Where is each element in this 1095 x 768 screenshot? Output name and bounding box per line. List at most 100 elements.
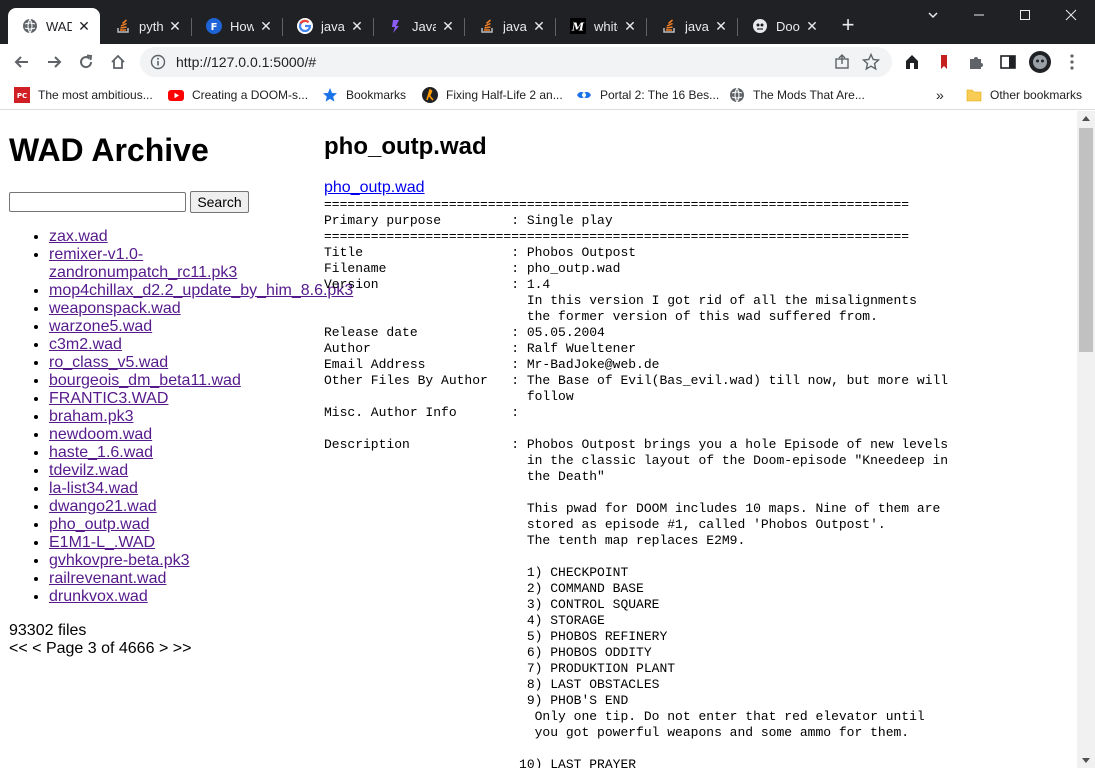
tab-search-icon[interactable] <box>910 4 956 28</box>
file-link[interactable]: c3m2.wad <box>49 336 122 353</box>
scrollbar-thumb[interactable] <box>1079 128 1093 352</box>
minimize-icon[interactable] <box>956 4 1002 28</box>
file-link[interactable]: E1M1-L_.WAD <box>49 534 155 551</box>
bookmark-item[interactable]: PC The most ambitious... <box>14 85 153 105</box>
new-tab-button[interactable]: + <box>836 14 860 38</box>
tab-javascript[interactable]: JavaS ✕ <box>374 8 464 44</box>
bookmark-label: Portal 2: The 16 Bes... <box>600 88 720 102</box>
tab-javas-so[interactable]: javas ✕ <box>465 8 555 44</box>
first-page-link[interactable]: << <box>9 640 28 657</box>
tab-wad-archive[interactable]: WAD Archive ✕ <box>8 8 100 44</box>
tab-javas-so-2[interactable]: javas ✕ <box>647 8 737 44</box>
page-content: WAD Archive Search zax.wadremixer-v1.0-z… <box>0 111 1077 768</box>
file-link[interactable]: warzone5.wad <box>49 318 152 335</box>
forward-button[interactable] <box>40 48 68 76</box>
bookmark-item[interactable]: Bookmarks <box>322 85 406 105</box>
file-link[interactable]: zax.wad <box>49 228 108 245</box>
close-icon[interactable]: ✕ <box>804 18 820 34</box>
file-link[interactable]: bourgeois_dm_beta11.wad <box>49 372 241 389</box>
tab-title: How <box>230 18 254 34</box>
close-icon[interactable]: ✕ <box>713 18 729 34</box>
close-icon[interactable]: ✕ <box>76 18 92 34</box>
pagination: << < Page 3 of 4666 > >> <box>9 640 191 658</box>
next-page-link[interactable]: > <box>159 640 168 657</box>
tab-python[interactable]: python ✕ <box>101 8 191 44</box>
reload-button[interactable] <box>72 48 100 76</box>
close-icon[interactable]: ✕ <box>349 18 365 34</box>
file-link[interactable]: dwango21.wad <box>49 498 157 515</box>
doom-icon <box>752 18 768 34</box>
home-button[interactable] <box>104 48 132 76</box>
close-window-icon[interactable] <box>1048 4 1094 28</box>
tab-white[interactable]: M white ✕ <box>556 8 646 44</box>
tab-title: javas <box>503 18 527 34</box>
file-link[interactable]: drunkvox.wad <box>49 588 148 605</box>
bookmark-star-icon[interactable] <box>861 52 881 76</box>
last-page-link[interactable]: >> <box>173 640 192 657</box>
file-link[interactable]: ro_class_v5.wad <box>49 354 168 371</box>
google-icon <box>297 18 313 34</box>
tab-how[interactable]: F How ✕ <box>192 8 282 44</box>
search-input[interactable] <box>9 192 186 212</box>
file-list: zax.wadremixer-v1.0-zandronumpatch_rc11.… <box>9 228 353 606</box>
avatar[interactable] <box>1028 50 1052 74</box>
bookmark-item[interactable]: The Mods That Are... <box>729 85 865 105</box>
close-icon[interactable]: ✕ <box>167 18 183 34</box>
file-link[interactable]: FRANTIC3.WAD <box>49 390 168 407</box>
file-link[interactable]: pho_outp.wad <box>49 516 150 533</box>
file-link[interactable]: railrevenant.wad <box>49 570 166 587</box>
svg-text:PC: PC <box>17 92 27 100</box>
tab-javas-google[interactable]: javas ✕ <box>283 8 373 44</box>
bookmark-item[interactable]: Creating a DOOM-s... <box>168 85 308 105</box>
scroll-up-icon[interactable] <box>1082 116 1090 121</box>
tab-title: WAD Archive <box>46 18 72 34</box>
file-link[interactable]: remixer-v1.0-zandronumpatch_rc11.pk3 <box>49 246 237 281</box>
share-icon[interactable] <box>834 54 850 75</box>
tab-title: javas <box>321 18 345 34</box>
medium-icon: M <box>570 18 586 34</box>
list-item: E1M1-L_.WAD <box>49 534 319 552</box>
list-item: bourgeois_dm_beta11.wad <box>49 372 319 390</box>
address-bar[interactable]: http://127.0.0.1:5000/# <box>140 47 892 77</box>
arrow-left-icon <box>14 56 28 68</box>
file-link[interactable]: weaponspack.wad <box>49 300 181 317</box>
bookmarks-overflow-button[interactable]: » <box>936 85 944 105</box>
file-link[interactable]: la-list34.wad <box>49 480 138 497</box>
file-link[interactable]: tdevilz.wad <box>49 462 128 479</box>
extension-home-icon[interactable] <box>900 50 924 74</box>
tab-doom[interactable]: Doom ✕ <box>738 8 828 44</box>
close-icon[interactable]: ✕ <box>622 18 638 34</box>
globe-icon <box>22 18 38 34</box>
list-item: zax.wad <box>49 228 319 246</box>
more-menu-icon[interactable] <box>1060 50 1084 74</box>
tab-title: Doom <box>776 18 800 34</box>
list-item: mop4chillax_d2.2_update_by_him_8.6.pk3 <box>49 282 353 300</box>
close-icon[interactable]: ✕ <box>531 18 547 34</box>
search-button[interactable]: Search <box>190 191 249 213</box>
extension-red-icon[interactable] <box>932 50 956 74</box>
file-link[interactable]: braham.pk3 <box>49 408 134 425</box>
page-scrollbar[interactable] <box>1077 111 1095 768</box>
close-icon[interactable]: ✕ <box>440 18 456 34</box>
bookmark-label: Fixing Half-Life 2 an... <box>446 88 563 102</box>
prev-page-link[interactable]: < <box>32 640 41 657</box>
file-link[interactable]: mop4chillax_d2.2_update_by_him_8.6.pk3 <box>49 282 353 299</box>
info-icon[interactable] <box>150 54 166 75</box>
wad-download-link[interactable]: pho_outp.wad <box>324 179 425 197</box>
file-link[interactable]: gvhkovpre-beta.pk3 <box>49 552 190 569</box>
svg-text:F: F <box>211 22 218 33</box>
maximize-icon[interactable] <box>1002 4 1048 28</box>
scroll-down-icon[interactable] <box>1082 758 1090 763</box>
file-link[interactable]: newdoom.wad <box>49 426 152 443</box>
javascript-site-icon <box>388 18 404 34</box>
back-button[interactable] <box>8 48 36 76</box>
address-text[interactable]: http://127.0.0.1:5000/# <box>176 47 316 77</box>
bookmark-item[interactable]: Portal 2: The 16 Bes... <box>576 85 719 105</box>
side-panel-icon[interactable] <box>996 50 1020 74</box>
close-icon[interactable]: ✕ <box>258 18 274 34</box>
puzzle-icon[interactable] <box>964 50 988 74</box>
file-link[interactable]: haste_1.6.wad <box>49 444 153 461</box>
other-bookmarks[interactable]: Other bookmarks <box>966 85 1082 105</box>
bookmark-item[interactable]: Fixing Half-Life 2 an... <box>422 85 563 105</box>
list-item: ro_class_v5.wad <box>49 354 319 372</box>
